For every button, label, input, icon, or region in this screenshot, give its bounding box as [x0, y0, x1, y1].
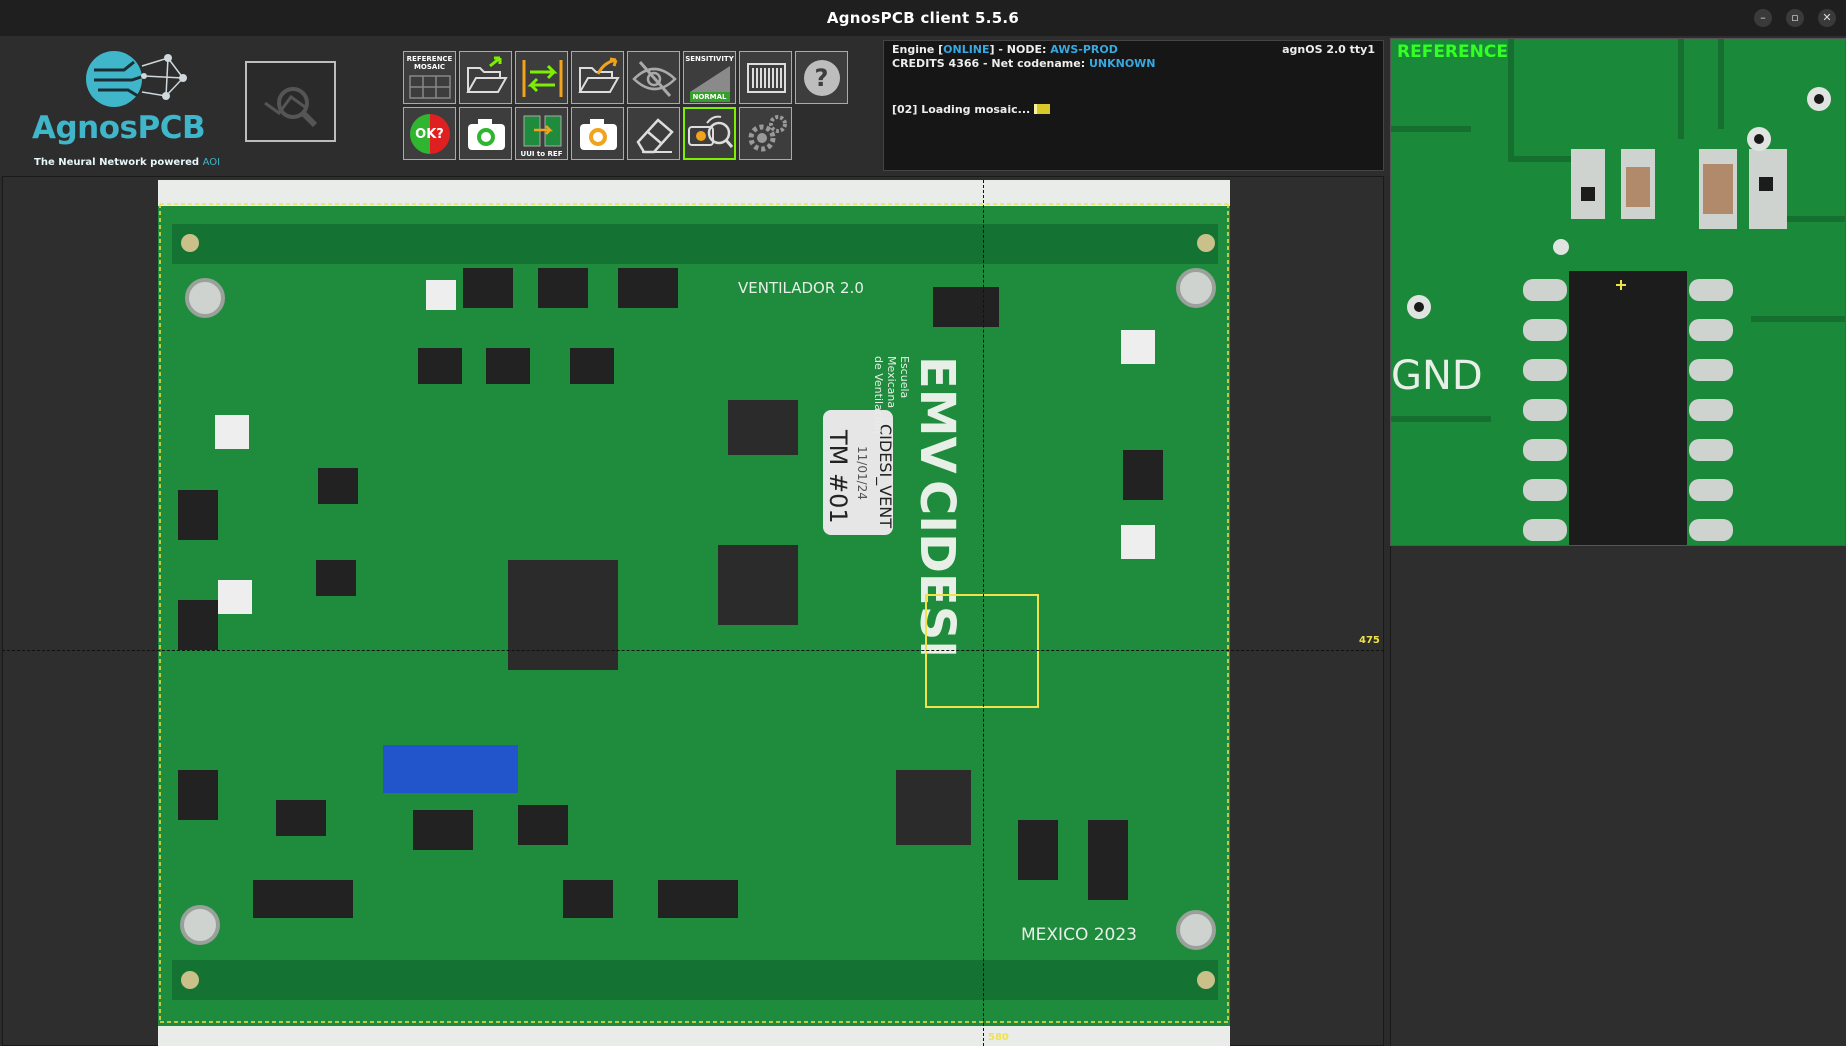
credits-line: CREDITS 4366 - Net codename: UNKNOWN: [892, 57, 1156, 70]
mosaic-grid-icon: [409, 75, 451, 99]
ok-check-button[interactable]: OK?: [403, 107, 456, 160]
gears-icon: [748, 115, 787, 152]
net-codename: UNKNOWN: [1088, 57, 1156, 70]
node-name: AWS-PROD: [1050, 43, 1118, 56]
pcb-board-image[interactable]: CIDESI_VENT 11/01/24 TM #01 EMV CIDESI E…: [158, 180, 1230, 1046]
folder-export-icon: [578, 57, 620, 93]
crosshair-x-coordinate: 475: [1359, 635, 1380, 646]
engine-status: ONLINE: [943, 43, 990, 56]
export-folder-button[interactable]: [571, 51, 624, 104]
loading-indicator: [1034, 104, 1051, 114]
help-glyph: ?: [814, 64, 829, 92]
title-bar: AgnosPCB client 5.5.6 – ▫ ✕: [0, 0, 1846, 36]
uui-to-ref-label: UUI to REF: [520, 150, 563, 158]
log-line: [02] Loading mosaic...: [892, 103, 1051, 116]
emv-sub-1: Escuela: [898, 356, 911, 398]
agnospcb-logo: AgnosPCB The Neural Network powered AOI: [28, 48, 220, 168]
reference-empty-area: [1390, 546, 1846, 1046]
inspect-preview-button[interactable]: [245, 61, 336, 142]
credits-text: CREDITS 4366 - Net codename:: [892, 57, 1089, 70]
minimize-button[interactable]: –: [1754, 9, 1772, 27]
sensitivity-button[interactable]: SENSITIVITY NORMAL: [683, 51, 736, 104]
reference-mosaic-button[interactable]: REFERENCE MOSAIC: [403, 51, 456, 104]
eraser-icon: [636, 118, 674, 154]
cidesi-logo: CIDESI: [909, 480, 965, 658]
barcode-button[interactable]: [739, 51, 792, 104]
uui-to-ref-button[interactable]: UUI to REF: [515, 107, 568, 160]
maximize-button[interactable]: ▫: [1786, 9, 1804, 27]
tagline-accent: AOI: [202, 157, 221, 168]
camera-orange-icon: [580, 119, 617, 150]
ok-label: OK?: [415, 127, 444, 142]
sticker-line2: 11/01/24: [855, 446, 869, 500]
board-title: VENTILADOR 2.0: [738, 279, 864, 297]
emv-logo: EMV: [909, 356, 965, 474]
close-button[interactable]: ✕: [1818, 9, 1836, 27]
crosshair-horizontal: [2, 650, 1384, 651]
help-button[interactable]: ?: [795, 51, 848, 104]
open-folder-button[interactable]: [459, 51, 512, 104]
engine-prefix: Engine [: [892, 43, 944, 56]
crosshair-vertical: [983, 180, 984, 1046]
settings-button[interactable]: [739, 107, 792, 160]
engine-console: Engine [ONLINE] - NODE: AWS-PROD CREDITS…: [883, 40, 1384, 171]
board-footer: MEXICO 2023: [1021, 925, 1137, 945]
barcode-icon: [747, 63, 786, 93]
emv-sub-2: Mexicana: [885, 356, 898, 408]
swap-arrows-icon: [522, 60, 563, 97]
open-folder-icon: [466, 56, 508, 93]
eye-slash-icon: [632, 61, 677, 97]
node-prefix: ] - NODE:: [989, 43, 1051, 56]
crosshair-y-coordinate: 580: [988, 1032, 1009, 1043]
magnifier-graph-icon: [264, 87, 318, 128]
sticker-line1: CIDESI_VENT: [875, 424, 895, 528]
camera-green-icon: [468, 119, 505, 150]
tagline-text: The Neural Network powered: [34, 157, 200, 168]
reference-label: REFERENCE: [1397, 42, 1508, 62]
log-text: [02] Loading mosaic...: [892, 103, 1031, 116]
reference-panel[interactable]: GND REFERENCE: [1390, 38, 1846, 546]
brand-tagline: The Neural Network powered AOI: [34, 157, 220, 168]
hide-toggle-button[interactable]: [627, 51, 680, 104]
emv-sub-3: de Ventilación: [872, 356, 885, 434]
camera-inspect-button[interactable]: [683, 107, 736, 160]
reference-closeup-image: GND: [1391, 39, 1845, 545]
sensitivity-level: NORMAL: [692, 93, 727, 101]
camera-search-icon: [688, 115, 734, 148]
engine-status-line: Engine [ONLINE] - NODE: AWS-PROD: [892, 43, 1118, 56]
neural-network-logo-icon: [86, 51, 187, 107]
window-title: AgnosPCB client 5.5.6: [826, 9, 1020, 27]
capture-reference-button[interactable]: [571, 107, 624, 160]
align-swap-button[interactable]: [515, 51, 568, 104]
os-label: agnOS 2.0 tty1: [1282, 43, 1375, 56]
sticker-line3: TM #01: [824, 429, 852, 524]
eraser-button[interactable]: [627, 107, 680, 160]
capture-button[interactable]: [459, 107, 512, 160]
brand-name: AgnosPCB: [32, 110, 206, 146]
reference-gnd-label: GND: [1391, 353, 1483, 399]
